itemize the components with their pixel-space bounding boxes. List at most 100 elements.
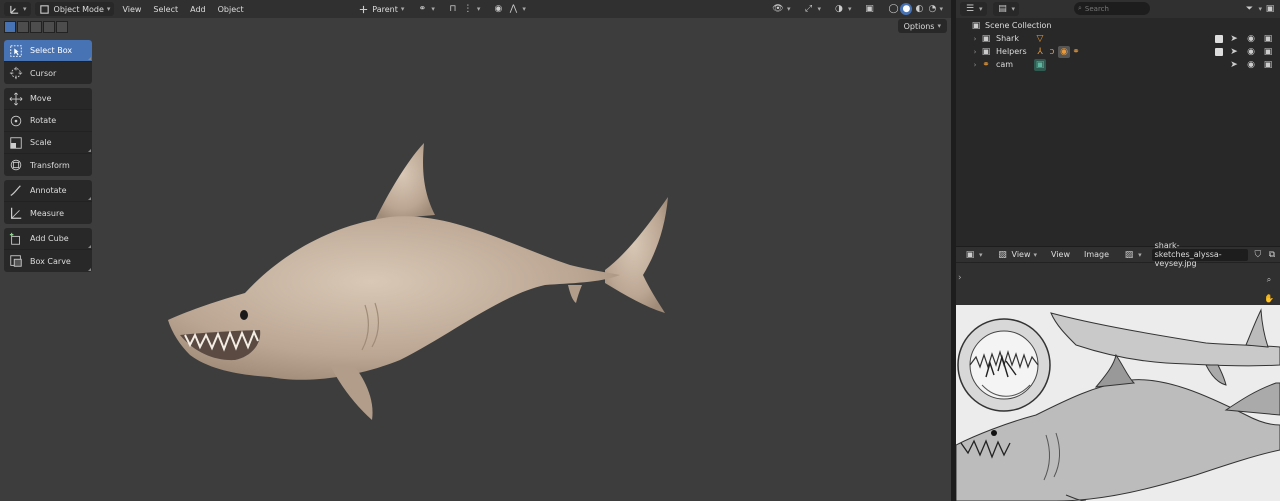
mode-label: Object Mode xyxy=(53,4,104,14)
tool-variant-indicator xyxy=(88,245,91,248)
tool-label: Measure xyxy=(30,208,64,218)
camera-icon[interactable]: ▣ xyxy=(1262,46,1274,58)
display-mode-dropdown[interactable]: ▤ ▾ xyxy=(992,2,1020,16)
image-editor-type-button[interactable]: ▣ ▾ xyxy=(960,248,987,262)
outliner-item-shark[interactable]: › ▣ Shark ▽ ➤ ◉ ▣ xyxy=(970,32,1280,45)
outliner-search-input[interactable]: ⌕ Search xyxy=(1074,2,1150,15)
menu-select[interactable]: Select xyxy=(149,2,182,16)
new-collection-button[interactable]: ▣ xyxy=(1260,2,1280,16)
outliner-editor-type-button[interactable]: ☰ ▾ xyxy=(960,2,987,16)
xray-toggle[interactable]: ▣ xyxy=(859,2,879,16)
overlays-toggle[interactable]: ◑ ▾ xyxy=(829,2,856,16)
viewport-header: ▾ Object Mode ▾ View Select Add Object P… xyxy=(0,0,951,18)
proportional-edit-toggle[interactable]: ◉ ⋀ ▾ xyxy=(488,2,530,16)
tool-label: Cursor xyxy=(30,68,57,78)
tool-variant-indicator xyxy=(88,268,91,271)
menu-view[interactable]: View xyxy=(1047,248,1074,262)
menu-object[interactable]: Object xyxy=(214,2,248,16)
tool-measure[interactable]: Measure xyxy=(4,202,92,224)
3d-viewport[interactable]: ▾ Object Mode ▾ View Select Add Object P… xyxy=(0,0,951,501)
proportional-icon: ◉ xyxy=(494,4,503,14)
tool-cursor[interactable]: Cursor xyxy=(4,62,92,84)
camera-icon[interactable]: ▣ xyxy=(1262,33,1274,45)
visibility-controls: ➤ ◉ ▣ xyxy=(1215,45,1274,58)
camera-icon[interactable]: ▣ xyxy=(1262,59,1274,71)
eye-icon[interactable]: ◉ xyxy=(1245,59,1257,71)
rendered-shading-icon[interactable]: ◔ xyxy=(926,3,938,15)
menu-view[interactable]: View xyxy=(118,2,145,16)
pan-hand-icon[interactable]: ✋ xyxy=(1262,291,1276,305)
chevron-down-icon: ▾ xyxy=(1011,5,1016,13)
expand-arrow-icon[interactable]: › xyxy=(970,48,980,56)
select-box-icon xyxy=(8,43,24,59)
pivot-point-dropdown[interactable]: ⚭ ▾ xyxy=(412,2,439,16)
expand-arrow-icon[interactable]: › xyxy=(970,35,980,43)
box-carve-icon xyxy=(8,253,24,269)
select-subtract-icon[interactable] xyxy=(30,21,42,33)
empty-object-icon: ◉ xyxy=(1058,45,1070,58)
solid-shading-icon[interactable]: ● xyxy=(900,3,913,15)
outliner-tree: ▣ Scene Collection › ▣ Shark ▽ ➤ ◉ ▣ › ▣… xyxy=(956,18,1280,71)
collection-icon: ▣ xyxy=(981,46,991,57)
chevron-down-icon: ▾ xyxy=(23,5,27,13)
eye-icon[interactable]: ◉ xyxy=(1245,33,1257,45)
duplicate-icon[interactable]: ⧉ xyxy=(1268,249,1276,261)
snap-toggle[interactable]: ⊓ ⋮ ▾ xyxy=(443,2,485,16)
transform-orientation-dropdown[interactable]: Parent ▾ xyxy=(353,2,408,16)
select-invert-icon[interactable] xyxy=(43,21,55,33)
menu-image[interactable]: Image xyxy=(1080,248,1113,262)
new-collection-icon: ▣ xyxy=(1265,4,1275,14)
tool-group-transform: Move Rotate Scale Transform xyxy=(4,88,92,176)
tool-label: Rotate xyxy=(30,116,57,125)
tool-group-add: Add Cube Box Carve xyxy=(4,228,92,272)
exclude-checkbox[interactable] xyxy=(1215,47,1223,56)
material-shading-icon[interactable]: ◐ xyxy=(913,3,925,15)
exclude-checkbox[interactable] xyxy=(1215,34,1223,43)
image-browse-dropdown[interactable]: ▨ ▾ xyxy=(1119,248,1146,262)
outliner-root[interactable]: ▣ Scene Collection xyxy=(970,19,1280,32)
tool-box-carve[interactable]: Box Carve xyxy=(4,250,92,272)
gizmo-toggle[interactable]: ⤢ ▾ xyxy=(798,2,825,16)
editor-type-button[interactable]: ▾ xyxy=(4,2,31,16)
view-mode-dropdown[interactable]: ▨ View ▾ xyxy=(993,248,1042,262)
visibility-dropdown[interactable]: 👁 ▾ xyxy=(768,2,795,16)
tool-add-cube[interactable]: Add Cube xyxy=(4,228,92,250)
tool-scale[interactable]: Scale xyxy=(4,132,92,154)
link-icon: ⚭ xyxy=(418,4,427,14)
outliner-item-helpers[interactable]: › ▣ Helpers ⅄ ↄ ◉ ⚭ ➤ ◉ ▣ xyxy=(970,45,1280,58)
outliner-item-cam[interactable]: › ⚭ cam ▣ ➤ ◉ ▣ xyxy=(970,58,1280,71)
tool-transform[interactable]: Transform xyxy=(4,154,92,176)
toolbar-expand-arrow-icon[interactable]: › xyxy=(958,273,962,283)
select-arrow-icon[interactable]: ➤ xyxy=(1228,59,1240,71)
tool-annotate[interactable]: Annotate xyxy=(4,180,92,202)
mode-dropdown[interactable]: Object Mode ▾ xyxy=(34,2,115,16)
select-arrow-icon[interactable]: ➤ xyxy=(1228,33,1240,45)
zoom-icon[interactable]: ⌕ xyxy=(1262,273,1276,287)
shark-model[interactable] xyxy=(150,135,690,435)
options-dropdown[interactable]: Options ▾ xyxy=(897,19,947,33)
tool-rotate[interactable]: Rotate xyxy=(4,110,92,132)
tool-select-box[interactable]: Select Box xyxy=(4,40,92,62)
shading-modes[interactable]: ◯ ● ◐ ◔ ▾ xyxy=(883,2,947,16)
select-new-icon[interactable] xyxy=(4,21,16,33)
annotate-icon xyxy=(8,183,24,199)
chevron-down-icon: ▾ xyxy=(847,5,852,13)
eye-icon: 👁 xyxy=(772,4,784,14)
image-editor-icon: ▣ xyxy=(965,249,975,260)
wireframe-shading-icon[interactable]: ◯ xyxy=(887,3,899,15)
menu-add[interactable]: Add xyxy=(186,2,210,16)
chevron-down-icon[interactable]: ▾ xyxy=(939,5,943,13)
tool-variant-indicator xyxy=(88,57,91,60)
select-arrow-icon[interactable]: ➤ xyxy=(1228,46,1240,58)
chevron-down-icon: ▾ xyxy=(817,5,821,13)
fake-user-icon[interactable]: ⛉ xyxy=(1254,249,1262,261)
image-icon: ▨ xyxy=(998,249,1007,260)
select-intersect-icon[interactable] xyxy=(56,21,68,33)
measure-icon xyxy=(8,205,24,221)
tool-group-annotate: Annotate Measure xyxy=(4,180,92,224)
image-filename-field[interactable]: shark-sketches_alyssa-veysey.jpg xyxy=(1151,241,1248,268)
expand-arrow-icon[interactable]: › xyxy=(970,61,980,69)
select-extend-icon[interactable] xyxy=(17,21,29,33)
tool-move[interactable]: Move xyxy=(4,88,92,110)
eye-icon[interactable]: ◉ xyxy=(1245,46,1257,58)
